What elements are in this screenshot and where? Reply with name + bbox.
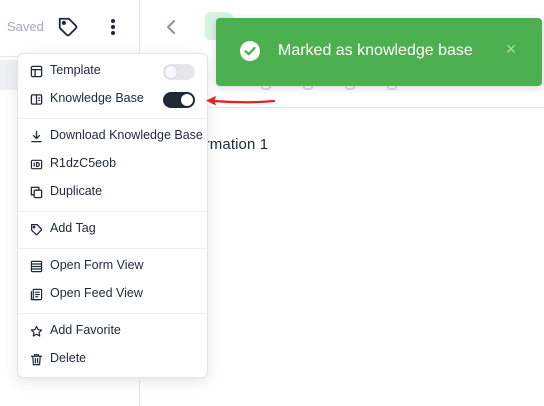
- knowledge-base-toggle[interactable]: [163, 92, 195, 108]
- menu-item-knowledge-base[interactable]: Knowledge Base: [18, 85, 207, 113]
- menu-item-open-form-view[interactable]: Open Form View: [18, 252, 207, 280]
- tag-icon: [29, 222, 43, 236]
- id-icon: [29, 157, 43, 171]
- options-menu: Template Knowledge Base Download Knowled…: [17, 53, 208, 378]
- menu-item-label: Template: [50, 63, 101, 77]
- menu-divider: [18, 248, 207, 249]
- left-header: Saved: [0, 0, 140, 56]
- toggle-knob: [165, 66, 177, 78]
- toast-message: Marked as knowledge base: [278, 42, 473, 59]
- menu-item-label: Download Knowledge Base: [50, 128, 203, 142]
- back-button[interactable]: [161, 14, 181, 40]
- template-toggle[interactable]: [163, 64, 195, 80]
- more-vertical-icon: [111, 19, 115, 35]
- tag-button[interactable]: [56, 15, 80, 39]
- download-icon: [29, 129, 43, 143]
- tag-icon: [58, 17, 78, 37]
- annotation-arrow: [206, 96, 276, 106]
- save-status: Saved: [7, 19, 44, 34]
- menu-item-download-knowledge-base[interactable]: Download Knowledge Base: [18, 122, 207, 150]
- template-icon: [29, 64, 43, 78]
- menu-item-label: Add Tag: [50, 221, 96, 235]
- menu-divider: [18, 211, 207, 212]
- menu-item-open-feed-view[interactable]: Open Feed View: [18, 280, 207, 308]
- chevron-left-icon: [167, 20, 175, 34]
- menu-item-label: Open Feed View: [50, 286, 143, 300]
- menu-divider: [18, 313, 207, 314]
- duplicate-icon: [29, 185, 43, 199]
- menu-item-label: Duplicate: [50, 184, 103, 198]
- menu-item-document-id[interactable]: R1dzC5eob: [18, 150, 207, 178]
- menu-item-label: Open Form View: [50, 258, 144, 272]
- check-circle-icon: [240, 41, 260, 61]
- menu-item-delete[interactable]: Delete: [18, 345, 207, 373]
- form-view-icon: [29, 259, 43, 273]
- menu-item-label: Knowledge Base: [50, 91, 144, 105]
- trash-icon: [29, 352, 43, 366]
- more-options-button[interactable]: [101, 15, 125, 39]
- menu-item-label: R1dzC5eob: [50, 156, 117, 170]
- menu-divider: [18, 118, 207, 119]
- toast-close-button[interactable]: ×: [503, 40, 519, 58]
- menu-item-add-favorite[interactable]: Add Favorite: [18, 317, 207, 345]
- success-toast: Marked as knowledge base ×: [216, 18, 542, 86]
- menu-item-duplicate[interactable]: Duplicate: [18, 178, 207, 206]
- menu-item-template[interactable]: Template: [18, 57, 207, 85]
- knowledge-base-icon: [29, 92, 43, 106]
- feed-view-icon: [29, 287, 43, 301]
- toggle-knob: [181, 94, 193, 106]
- star-icon: [29, 324, 43, 338]
- menu-item-label: Add Favorite: [50, 323, 121, 337]
- menu-item-add-tag[interactable]: Add Tag: [18, 215, 207, 243]
- menu-item-label: Delete: [50, 351, 87, 365]
